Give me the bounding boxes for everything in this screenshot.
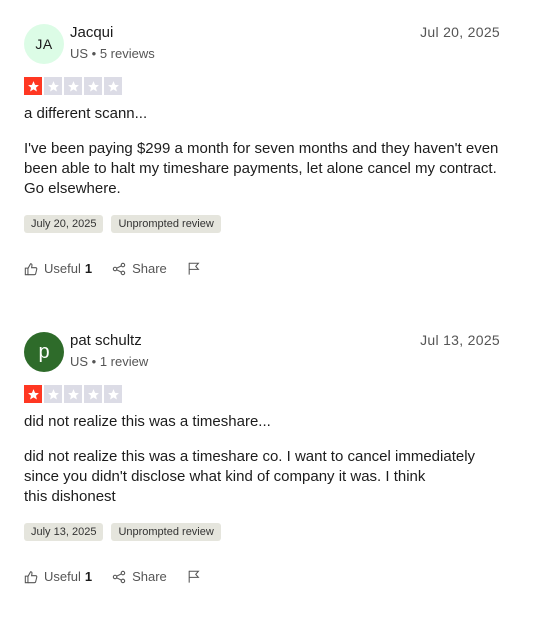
- share-label: Share: [132, 261, 167, 276]
- review-body-line: since you didn't disclose what kind of c…: [24, 468, 426, 485]
- avatar[interactable]: JA: [24, 24, 64, 64]
- reviewer-meta: US • 5 reviews: [70, 46, 155, 61]
- useful-count: 1: [84, 261, 93, 276]
- review-type-tag: Unprompted review: [111, 215, 221, 233]
- review-date: Jul 13, 2025: [420, 332, 500, 348]
- thumbs-up-icon: [24, 570, 38, 584]
- share-label: Share: [132, 569, 167, 584]
- review-date: Jul 20, 2025: [420, 24, 500, 40]
- useful-button[interactable]: Useful 1: [24, 569, 92, 584]
- review-card: p pat schultz US • 1 review Jul 13, 2025…: [0, 332, 546, 602]
- star-icon: [64, 77, 82, 95]
- review-body: did not realize this was a timeshare co.…: [24, 447, 506, 507]
- flag-button[interactable]: [187, 261, 201, 276]
- review-type-tag: Unprompted review: [111, 523, 221, 541]
- star-icon: [44, 77, 62, 95]
- star-icon: [24, 385, 42, 403]
- review-title[interactable]: a different scann...: [24, 105, 147, 122]
- useful-count: 1: [84, 569, 93, 584]
- flag-button[interactable]: [187, 569, 201, 584]
- thumbs-up-icon: [24, 262, 38, 276]
- avatar[interactable]: p: [24, 332, 64, 372]
- flag-icon: [187, 569, 201, 584]
- reviewer-name[interactable]: pat schultz: [70, 332, 142, 349]
- review-card: JA Jacqui US • 5 reviews Jul 20, 2025 a …: [0, 24, 546, 294]
- share-button[interactable]: Share: [112, 569, 167, 584]
- share-button[interactable]: Share: [112, 261, 167, 276]
- reviewer-meta: US • 1 review: [70, 354, 149, 369]
- review-title[interactable]: did not realize this was a timeshare...: [24, 413, 271, 430]
- star-icon: [84, 77, 102, 95]
- share-icon: [112, 262, 126, 276]
- useful-label: Useful: [44, 261, 81, 276]
- star-icon: [24, 77, 42, 95]
- star-icon: [64, 385, 82, 403]
- review-tags: July 13, 2025 Unprompted review: [24, 523, 221, 541]
- star-rating: [24, 385, 122, 403]
- star-icon: [104, 385, 122, 403]
- review-actions: Useful 1 Share: [24, 569, 221, 584]
- flag-icon: [187, 261, 201, 276]
- date-of-experience-tag: July 13, 2025: [24, 523, 104, 541]
- date-of-experience-tag: July 20, 2025: [24, 215, 104, 233]
- share-icon: [112, 570, 126, 584]
- review-body-line: this dishonest: [24, 488, 116, 505]
- review-body-line: did not realize this was a timeshare co.…: [24, 448, 476, 465]
- review-tags: July 20, 2025 Unprompted review: [24, 215, 221, 233]
- useful-label: Useful: [44, 569, 81, 584]
- star-icon: [84, 385, 102, 403]
- useful-button[interactable]: Useful 1: [24, 261, 92, 276]
- review-body: I've been paying $299 a month for seven …: [24, 140, 499, 197]
- reviewer-name[interactable]: Jacqui: [70, 24, 113, 41]
- review-actions: Useful 1 Share: [24, 261, 221, 276]
- star-icon: [44, 385, 62, 403]
- star-rating: [24, 77, 122, 95]
- star-icon: [104, 77, 122, 95]
